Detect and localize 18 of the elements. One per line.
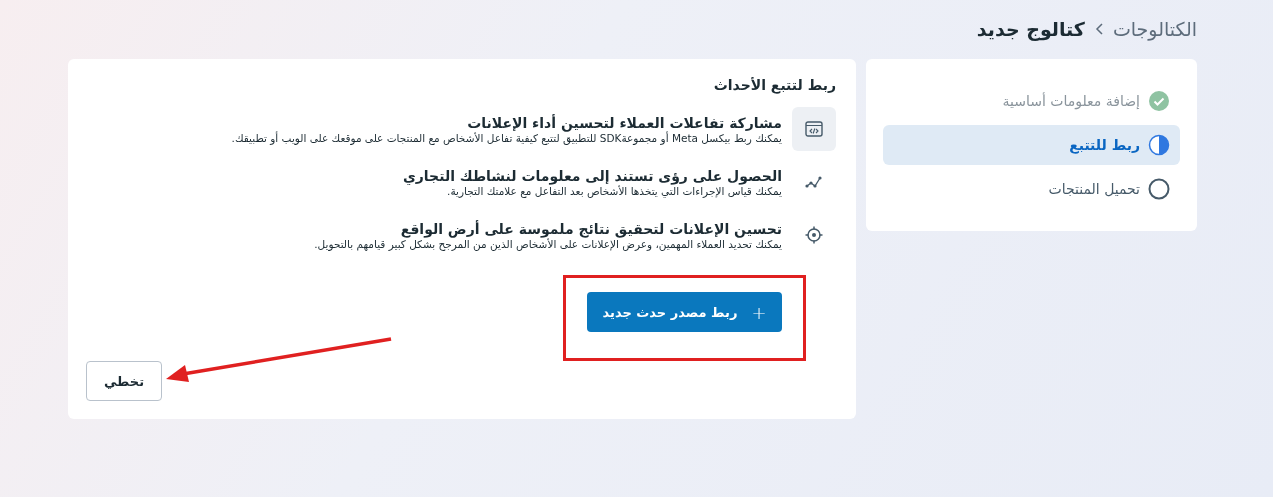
- connect-button[interactable]: + ربط مصدر حدث جديد: [587, 292, 782, 332]
- feature-title: مشاركة تفاعلات العملاء لتحسين أداء الإعلانات: [466, 114, 782, 131]
- feature-title: تحسين الإعلانات لتحقيق نتائج ملموسة على أرض الواقع: [399, 220, 782, 237]
- step-item[interactable]: إضافة معلومات أساسية: [883, 81, 1180, 121]
- breadcrumb-link[interactable]: الكتالوجات: [1112, 18, 1197, 40]
- step-item[interactable]: تحميل المنتجات: [883, 169, 1180, 209]
- panel-title: ربط لتتبع الأحداث: [712, 77, 836, 93]
- feature-description: يمكنك ربط بيكسل Meta أو مجموعةSDK للتطبيق لتتبع كيفية تفاعل الأشخاص مع المنتجات على موقعك على الويب أو تطبيقك.: [231, 131, 782, 144]
- feature-description: يمكنك تحديد العملاء المهمين، وعرض الإعلانات على الأشخاص الذين من المرجح بشكل كبير قيامهم بالتحويل.: [314, 237, 782, 250]
- feature-description: يمكنك قياس الإجراءات التي يتخذها الأشخاص بعد التفاعل مع علامتك التجارية.: [447, 184, 782, 197]
- skip-button[interactable]: تخطي: [86, 361, 162, 401]
- nodes-icon: [805, 174, 823, 190]
- page-title: كتالوج جديد: [976, 18, 1085, 40]
- chevron-icon: [1094, 23, 1103, 35]
- feature-title: الحصول على رؤى تستند إلى معلومات لنشاطك التجاري: [402, 167, 782, 184]
- target-icon: [805, 226, 823, 244]
- code-window-icon: [805, 121, 823, 137]
- step-item[interactable]: ربط للتتبع: [883, 125, 1180, 165]
